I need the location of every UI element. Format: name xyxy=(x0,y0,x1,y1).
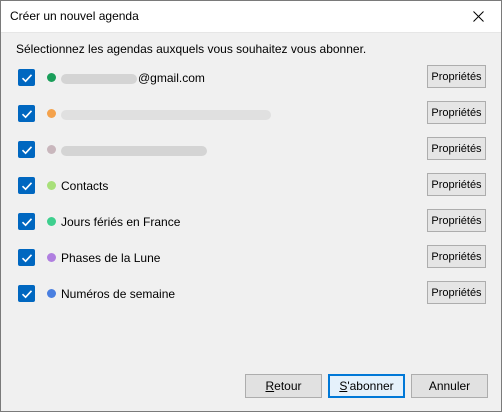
calendar-label: Contacts xyxy=(61,179,109,193)
properties-button[interactable]: Propriétés xyxy=(427,101,486,124)
checkmark-icon xyxy=(21,181,32,190)
properties-button[interactable]: Propriétés xyxy=(427,245,486,268)
calendar-row: @gmail.com Propriétés xyxy=(1,64,501,92)
calendar-checkbox[interactable] xyxy=(18,177,35,194)
subscribe-button[interactable]: S'abonner xyxy=(328,374,405,398)
redacted-text xyxy=(61,145,207,156)
calendar-checkbox[interactable] xyxy=(18,213,35,230)
properties-button[interactable]: Propriétés xyxy=(427,173,486,196)
redacted-text xyxy=(61,73,137,84)
close-button[interactable] xyxy=(455,1,501,32)
calendar-checkbox[interactable] xyxy=(18,105,35,122)
calendar-color-dot xyxy=(47,109,56,118)
calendar-color-dot xyxy=(47,217,56,226)
calendar-row: Numéros de semaine Propriétés xyxy=(1,280,501,308)
checkmark-icon xyxy=(21,109,32,118)
calendar-label: Phases de la Lune xyxy=(61,251,161,265)
calendar-row: Contacts Propriétés xyxy=(1,172,501,200)
calendar-row: Jours fériés en France Propriétés xyxy=(1,208,501,236)
calendar-label: Jours fériés en France xyxy=(61,215,181,229)
checkmark-icon xyxy=(21,145,32,154)
checkmark-icon xyxy=(21,73,32,82)
checkmark-icon xyxy=(21,289,32,298)
cancel-button[interactable]: Annuler xyxy=(411,374,488,398)
calendar-color-dot xyxy=(47,73,56,82)
calendar-color-dot xyxy=(47,253,56,262)
calendar-label: @gmail.com xyxy=(61,71,205,85)
calendar-color-dot xyxy=(47,289,56,298)
checkmark-icon xyxy=(21,253,32,262)
close-icon xyxy=(472,11,484,22)
calendar-checkbox[interactable] xyxy=(18,141,35,158)
title-bar: Créer un nouvel agenda xyxy=(1,1,501,33)
calendar-row: Propriétés xyxy=(1,100,501,128)
redacted-text xyxy=(61,109,271,120)
properties-button[interactable]: Propriétés xyxy=(427,209,486,232)
calendar-color-dot xyxy=(47,181,56,190)
back-button[interactable]: Retour xyxy=(245,374,322,398)
properties-button[interactable]: Propriétés xyxy=(427,65,486,88)
properties-button[interactable]: Propriétés xyxy=(427,137,486,160)
calendar-row: Propriétés xyxy=(1,136,501,164)
instruction-text: Sélectionnez les agendas auxquels vous s… xyxy=(16,42,367,56)
calendar-label xyxy=(61,107,272,121)
properties-button[interactable]: Propriétés xyxy=(427,281,486,304)
calendar-label xyxy=(61,143,208,157)
calendar-checkbox[interactable] xyxy=(18,249,35,266)
calendar-row: Phases de la Lune Propriétés xyxy=(1,244,501,272)
calendar-label: Numéros de semaine xyxy=(61,287,176,301)
calendar-checkbox[interactable] xyxy=(18,69,35,86)
dialog-title: Créer un nouvel agenda xyxy=(10,9,139,23)
calendar-color-dot xyxy=(47,145,56,154)
dialog-window: Créer un nouvel agenda Sélectionnez les … xyxy=(0,0,502,412)
calendar-checkbox[interactable] xyxy=(18,285,35,302)
checkmark-icon xyxy=(21,217,32,226)
